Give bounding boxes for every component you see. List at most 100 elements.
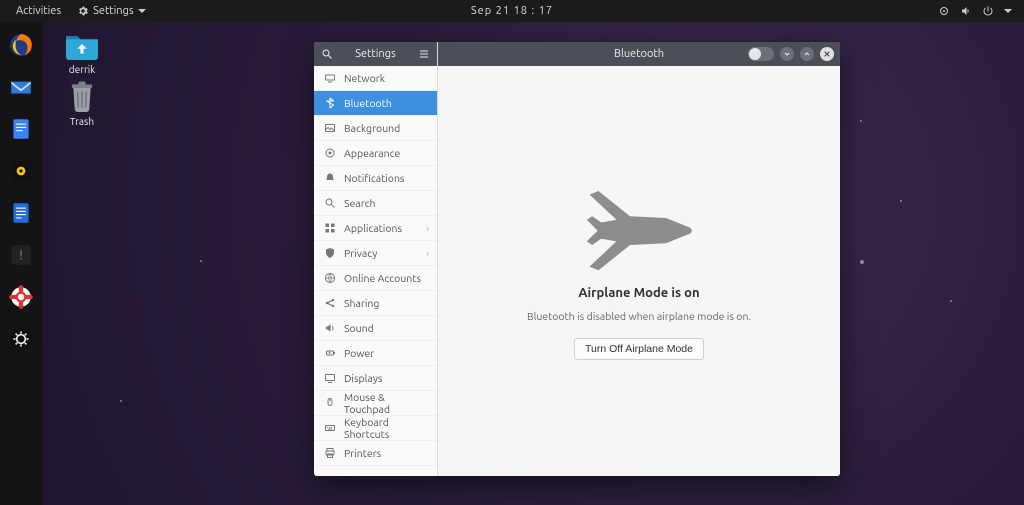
dock-item-libreoffice[interactable] bbox=[4, 196, 38, 230]
sidebar-item-sharing[interactable]: Sharing bbox=[314, 291, 437, 316]
sidebar-item-applications[interactable]: Applications› bbox=[314, 216, 437, 241]
firefox-icon bbox=[8, 32, 34, 58]
power-icon bbox=[324, 347, 336, 359]
close-icon bbox=[823, 50, 831, 58]
settings-window: Settings NetworkBluetoothBackgroundAppea… bbox=[314, 42, 840, 476]
dock-item-firefox[interactable] bbox=[4, 28, 38, 62]
content-title: Bluetooth bbox=[614, 48, 664, 60]
notifications-icon bbox=[324, 172, 336, 184]
airplane-mode-heading: Airplane Mode is on bbox=[578, 286, 699, 300]
sharing-icon bbox=[324, 297, 336, 309]
appearance-icon bbox=[324, 147, 336, 159]
online-accounts-icon bbox=[324, 272, 336, 284]
gnome-topbar: Activities Settings Sep 21 18 : 17 bbox=[0, 0, 1024, 22]
warning-icon: ! bbox=[8, 242, 34, 268]
chevron-down-icon bbox=[138, 9, 146, 13]
sidebar-item-displays[interactable]: Displays bbox=[314, 366, 437, 391]
desktop-item-trash[interactable]: Trash bbox=[52, 80, 112, 127]
lifebuoy-icon bbox=[8, 284, 34, 310]
privacy-icon bbox=[324, 247, 336, 259]
settings-category-list[interactable]: Network BluetoothBackground Appearance Noti… bbox=[314, 66, 437, 476]
chevron-right-icon: › bbox=[426, 248, 429, 259]
dock-item-software[interactable]: ! bbox=[4, 238, 38, 272]
sidebar-item-label: Applications bbox=[344, 222, 402, 234]
sidebar-item-label: Printers bbox=[344, 447, 381, 459]
window-close-button[interactable] bbox=[820, 47, 834, 61]
dock-item-text-editor[interactable] bbox=[4, 112, 38, 146]
desktop-item-label: Trash bbox=[52, 116, 112, 127]
sidebar-search-button[interactable] bbox=[314, 48, 340, 60]
sidebar-item-label: Keyboard Shortcuts bbox=[344, 416, 427, 440]
clock-label[interactable]: Sep 21 18 : 17 bbox=[471, 5, 553, 17]
hamburger-menu-button[interactable] bbox=[411, 48, 437, 60]
sidebar-title: Settings bbox=[340, 48, 411, 60]
sidebar-item-search[interactable]: Search bbox=[314, 191, 437, 216]
keyboard-shortcuts-icon bbox=[324, 422, 336, 434]
activities-button[interactable]: Activities bbox=[8, 5, 69, 17]
appmenu-button[interactable]: Settings bbox=[69, 5, 154, 17]
sidebar-item-label: Online Accounts bbox=[344, 272, 421, 284]
sidebar-item-label: Mouse & Touchpad bbox=[344, 391, 427, 415]
mail-icon bbox=[8, 74, 34, 100]
sidebar-item-printers[interactable]: Printers bbox=[314, 441, 437, 466]
network-icon bbox=[324, 72, 336, 84]
search-icon bbox=[321, 48, 333, 60]
dock-item-rhythmbox[interactable] bbox=[4, 154, 38, 188]
bluetooth-toggle[interactable] bbox=[748, 47, 774, 61]
sidebar-item-sound[interactable]: Sound bbox=[314, 316, 437, 341]
desktop-item-label: derrik bbox=[52, 64, 112, 75]
sidebar-item-label: Privacy bbox=[344, 247, 377, 259]
dock-item-thunderbird[interactable] bbox=[4, 70, 38, 104]
sidebar-item-network[interactable]: Network bbox=[314, 66, 437, 91]
sidebar-item-privacy[interactable]: Privacy › bbox=[314, 241, 437, 266]
sidebar-item-label: Power bbox=[344, 347, 374, 359]
content-header: Bluetooth bbox=[438, 42, 840, 66]
sidebar-item-power[interactable]: Power bbox=[314, 341, 437, 366]
sidebar-item-online-accounts[interactable]: Online Accounts bbox=[314, 266, 437, 291]
airplane-icon bbox=[584, 182, 694, 272]
gear-icon bbox=[77, 5, 89, 17]
dock: ! bbox=[0, 22, 42, 505]
volume-icon bbox=[960, 5, 972, 17]
folder-icon bbox=[62, 28, 102, 60]
sidebar-item-background[interactable]: Background bbox=[314, 116, 437, 141]
hamburger-icon bbox=[418, 48, 430, 60]
sidebar-item-mouse-touchpad[interactable]: Mouse & Touchpad bbox=[314, 391, 437, 416]
airplane-mode-subtext: Bluetooth is disabled when airplane mode… bbox=[527, 310, 751, 322]
sidebar-item-bluetooth[interactable]: Bluetooth bbox=[314, 91, 437, 116]
content-body: Airplane Mode is on Bluetooth is disable… bbox=[438, 66, 840, 476]
sidebar-item-label: Sound bbox=[344, 322, 374, 334]
appmenu-label: Settings bbox=[93, 5, 134, 17]
sidebar-item-label: Displays bbox=[344, 372, 382, 384]
desktop-item-home[interactable]: derrik bbox=[52, 28, 112, 75]
svg-text:!: ! bbox=[19, 248, 23, 262]
chevron-down-icon bbox=[783, 50, 791, 58]
gear-icon bbox=[8, 326, 34, 352]
sidebar-item-label: Sharing bbox=[344, 297, 379, 309]
sidebar-item-notifications[interactable]: Notifications bbox=[314, 166, 437, 191]
mouse-touchpad-icon bbox=[324, 397, 336, 409]
search-icon bbox=[324, 197, 336, 209]
displays-icon bbox=[324, 372, 336, 384]
music-icon bbox=[8, 158, 34, 184]
power-icon bbox=[982, 5, 994, 17]
sound-icon bbox=[324, 322, 336, 334]
window-minimize-button[interactable] bbox=[780, 47, 794, 61]
sidebar-item-label: Search bbox=[344, 197, 376, 209]
settings-sidebar: Settings Network BluetoothBackground Appea… bbox=[314, 42, 438, 476]
sidebar-item-label: Network bbox=[344, 72, 385, 84]
turn-off-airplane-mode-button[interactable]: Turn Off Airplane Mode bbox=[574, 338, 704, 360]
applications-icon bbox=[324, 222, 336, 234]
sidebar-item-keyboard-shortcuts[interactable]: Keyboard Shortcuts bbox=[314, 416, 437, 441]
system-tray[interactable] bbox=[938, 5, 1016, 17]
sidebar-item-label: Notifications bbox=[344, 172, 405, 184]
settings-content: Bluetooth Airplane Mode is on Bluetooth … bbox=[438, 42, 840, 476]
sidebar-item-label: Appearance bbox=[344, 147, 400, 159]
network-icon bbox=[938, 5, 950, 17]
sidebar-item-appearance[interactable]: Appearance bbox=[314, 141, 437, 166]
dock-item-help[interactable] bbox=[4, 280, 38, 314]
window-maximize-button[interactable] bbox=[800, 47, 814, 61]
writer-icon bbox=[8, 200, 34, 226]
dock-item-settings[interactable] bbox=[4, 322, 38, 356]
bluetooth-icon bbox=[324, 97, 336, 109]
